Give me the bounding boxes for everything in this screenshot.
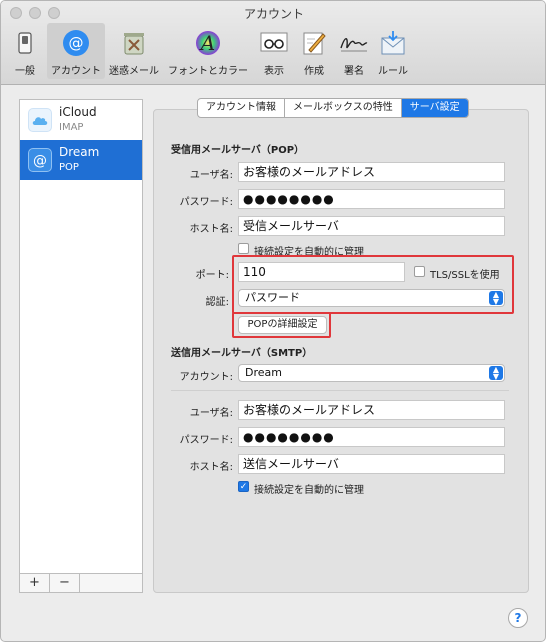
add-account-button[interactable]: + xyxy=(20,574,50,592)
toolbar-accounts[interactable]: @ アカウント xyxy=(47,23,105,79)
incoming-host-field[interactable]: 受信メールサーバ xyxy=(238,216,505,236)
toolbar-label: 一般 xyxy=(15,66,35,77)
junk-trash-icon xyxy=(119,28,149,58)
toolbar-label: 迷惑メール xyxy=(109,66,159,77)
tab-account-info[interactable]: アカウント情報 xyxy=(198,99,285,117)
account-item-icloud[interactable]: iCloud IMAP xyxy=(20,100,142,140)
outgoing-section-title: 送信用メールサーバ（SMTP） xyxy=(171,348,313,359)
outgoing-username-label: ユーザ名: xyxy=(189,408,233,419)
toolbar: アカウント 一般 @ アカウント 迷惑メール A フォントとカラー 表示 作成 … xyxy=(1,1,545,85)
incoming-username-field[interactable]: お客様のメールアドレス xyxy=(238,162,505,182)
at-icon: @ xyxy=(61,28,91,58)
toolbar-viewing[interactable]: 表示 xyxy=(255,23,293,79)
section-divider xyxy=(171,390,509,391)
account-item-dream[interactable]: @ Dream POP xyxy=(20,140,142,180)
window-title: アカウント xyxy=(243,7,304,21)
smtp-account-select[interactable]: Dream ▲ ▼ xyxy=(238,364,505,382)
toolbar-label: アカウント xyxy=(51,66,101,77)
rules-envelope-icon xyxy=(378,28,408,58)
outgoing-host-label: ホスト名: xyxy=(189,462,233,473)
outgoing-password-label: パスワード: xyxy=(179,435,233,446)
remove-account-button[interactable]: − xyxy=(50,574,80,592)
account-list-footer: + − xyxy=(19,573,143,593)
outgoing-password-field[interactable]: ●●●●●●●● xyxy=(238,427,505,447)
glasses-icon xyxy=(259,28,289,58)
toolbar-fonts-colors[interactable]: A フォントとカラー xyxy=(165,23,251,79)
account-type: POP xyxy=(59,162,79,173)
svg-text:@: @ xyxy=(69,34,84,52)
toolbar-rules[interactable]: ルール xyxy=(375,23,411,79)
incoming-host-label: ホスト名: xyxy=(189,224,233,235)
incoming-auto-manage-checkbox[interactable] xyxy=(238,243,249,254)
outgoing-host-field[interactable]: 送信メールサーバ xyxy=(238,454,505,474)
svg-text:@: @ xyxy=(33,153,47,169)
toolbar-signatures[interactable]: 署名 xyxy=(335,23,373,79)
smtp-account-label: アカウント: xyxy=(179,372,233,383)
toolbar-label: 署名 xyxy=(344,66,364,77)
icloud-icon xyxy=(28,108,52,132)
advanced-button-highlight xyxy=(232,312,331,338)
toolbar-general[interactable]: 一般 xyxy=(5,23,45,79)
switch-icon xyxy=(10,28,40,58)
incoming-section-title: 受信用メールサーバ（POP） xyxy=(171,145,305,156)
account-name: Dream xyxy=(59,145,100,159)
outgoing-auto-manage-checkbox[interactable]: ✓ xyxy=(238,481,249,492)
signature-icon xyxy=(339,28,369,58)
smtp-account-value: Dream xyxy=(245,366,282,379)
at-icon: @ xyxy=(28,148,52,172)
authentication-label: 認証: xyxy=(205,297,229,308)
compose-icon xyxy=(299,28,329,58)
outgoing-username-field[interactable]: お客様のメールアドレス xyxy=(238,400,505,420)
svg-text:A: A xyxy=(199,31,215,55)
account-list: iCloud IMAP @ Dream POP xyxy=(19,99,143,593)
tab-mailbox-behaviors[interactable]: メールボックスの特性 xyxy=(285,99,402,117)
help-button[interactable]: ? xyxy=(508,608,528,628)
port-auth-highlight xyxy=(232,255,514,314)
tab-server-settings[interactable]: サーバ設定 xyxy=(401,99,468,117)
toolbar-label: 表示 xyxy=(264,66,284,77)
settings-tabs: アカウント情報 メールボックスの特性 サーバ設定 xyxy=(197,98,469,118)
account-type: IMAP xyxy=(59,122,84,133)
port-label: ポート: xyxy=(195,270,229,281)
toolbar-junk[interactable]: 迷惑メール xyxy=(107,23,161,79)
font-color-icon: A xyxy=(193,28,223,58)
preferences-window: アカウント 一般 @ アカウント 迷惑メール A フォントとカラー 表示 作成 … xyxy=(0,0,546,642)
incoming-username-label: ユーザ名: xyxy=(189,170,233,181)
toolbar-label: フォントとカラー xyxy=(168,66,248,77)
toolbar-label: ルール xyxy=(378,66,408,77)
incoming-password-field[interactable]: ●●●●●●●● xyxy=(238,189,505,209)
account-name: iCloud xyxy=(59,105,97,119)
outgoing-auto-manage-label: 接続設定を自動的に管理 xyxy=(254,485,364,496)
toolbar-label: 作成 xyxy=(304,66,324,77)
incoming-password-label: パスワード: xyxy=(179,197,233,208)
chevron-up-down-icon: ▲ ▼ xyxy=(489,366,503,381)
toolbar-composing[interactable]: 作成 xyxy=(295,23,333,79)
